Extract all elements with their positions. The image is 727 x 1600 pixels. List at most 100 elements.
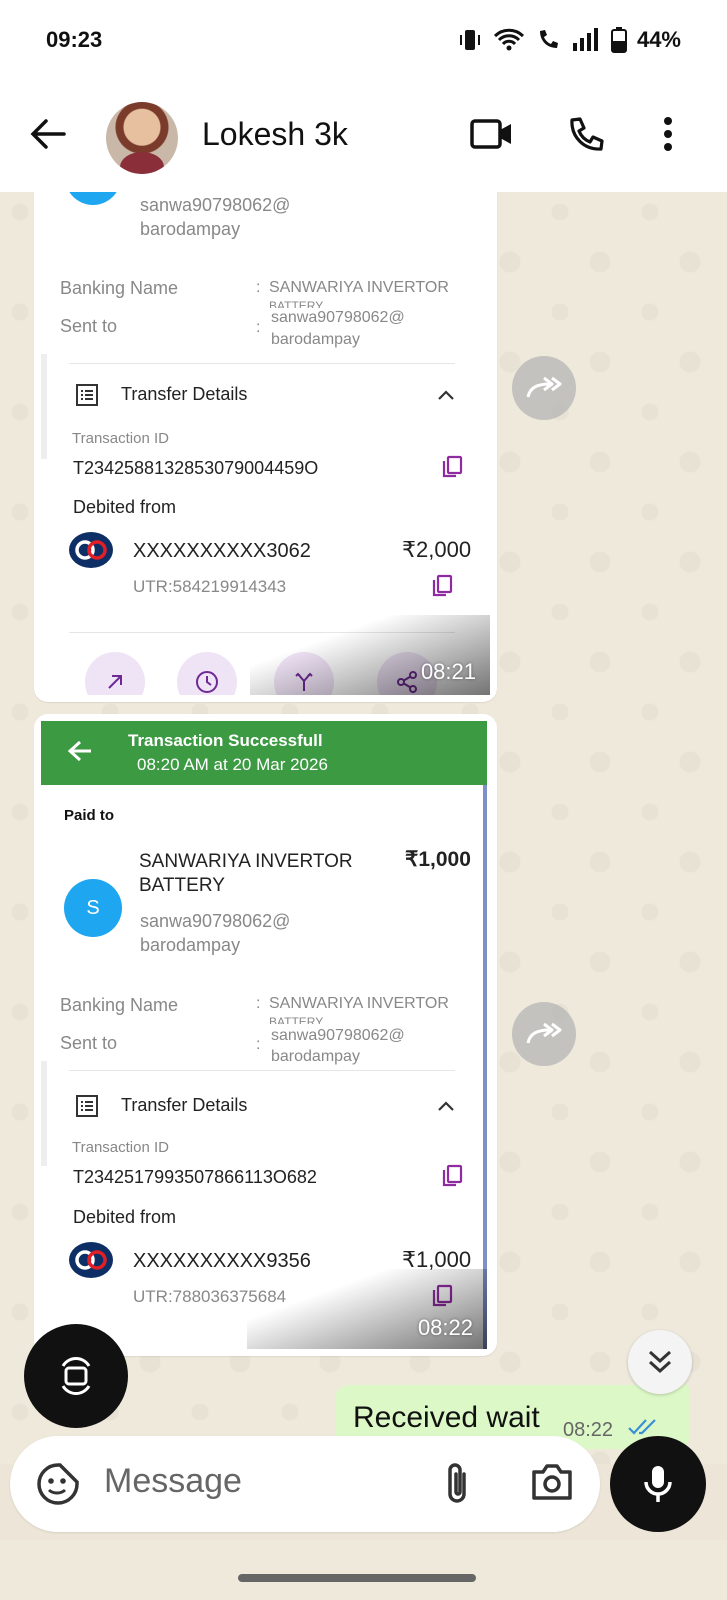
gesture-nav-bar[interactable] bbox=[238, 1574, 476, 1582]
voice-message-button[interactable] bbox=[610, 1436, 706, 1532]
share-arrow-button bbox=[85, 652, 145, 695]
voice-call-icon[interactable] bbox=[566, 116, 606, 156]
kotak-bank-logo-icon bbox=[69, 532, 113, 568]
forward-icon bbox=[526, 376, 562, 398]
message-time: 08:21 bbox=[420, 659, 476, 684]
chat-area[interactable]: sanwa90798062@ barodampay Banking Name :… bbox=[0, 192, 727, 1464]
floating-action-button[interactable] bbox=[24, 1324, 128, 1428]
transaction-id-value: T2342517993507866113O682 bbox=[73, 1167, 317, 1187]
read-ticks-icon bbox=[628, 1419, 656, 1435]
utr-number: UTR:584219914343 bbox=[133, 577, 287, 596]
forward-button[interactable] bbox=[512, 356, 576, 420]
chevron-up-icon bbox=[438, 1101, 454, 1111]
scroll-to-bottom-button[interactable] bbox=[628, 1330, 692, 1394]
back-arrow-icon bbox=[67, 740, 91, 762]
account-number: XXXXXXXXXX3062 bbox=[133, 540, 311, 562]
copy-icon bbox=[432, 574, 453, 597]
banking-name-value-cut: BATTERY bbox=[269, 299, 324, 308]
sent-to-upi: sanwa90798062@ bbox=[271, 309, 405, 326]
wifi-icon bbox=[493, 28, 525, 51]
clock-icon bbox=[196, 671, 218, 693]
chat-header: Lokesh 3k bbox=[0, 80, 727, 192]
banking-name-value: SANWARIYA INVERTOR bbox=[269, 279, 449, 296]
banking-name-label: Banking Name bbox=[60, 995, 179, 1015]
attach-icon[interactable] bbox=[442, 1460, 472, 1508]
forward-icon bbox=[526, 1022, 562, 1044]
receipt-list-icon bbox=[76, 384, 98, 406]
wifi-calling-icon bbox=[539, 30, 558, 48]
bottom-strip bbox=[0, 1540, 727, 1600]
microphone-icon bbox=[644, 1466, 672, 1502]
status-time: 09:23 bbox=[46, 27, 103, 52]
payee-upi: sanwa90798062@ bbox=[140, 911, 291, 931]
arrow-up-right-icon bbox=[108, 675, 122, 689]
banking-name-value: SANWARIYA INVERTOR bbox=[269, 995, 449, 1012]
sent-to-label: Sent to bbox=[60, 1033, 118, 1053]
screen-capture-icon bbox=[61, 1356, 91, 1396]
battery-icon bbox=[610, 27, 627, 53]
transfer-details-label: Transfer Details bbox=[121, 1095, 248, 1115]
contact-avatar[interactable] bbox=[106, 102, 178, 174]
sticker-icon[interactable] bbox=[36, 1462, 80, 1506]
copy-icon bbox=[442, 1164, 463, 1187]
sent-to-upi-domain: barodampay bbox=[271, 331, 360, 348]
banking-name-value-cut: BATTERY bbox=[269, 1015, 324, 1024]
status-icons: 44% bbox=[457, 27, 681, 53]
payee-upi: sanwa90798062@ bbox=[140, 195, 291, 215]
payment-screenshot: sanwa90798062@ barodampay Banking Name :… bbox=[41, 192, 490, 695]
back-arrow-icon[interactable] bbox=[28, 116, 68, 152]
transfer-details-label: Transfer Details bbox=[121, 384, 248, 404]
sent-to-label: Sent to bbox=[60, 316, 118, 336]
camera-icon[interactable] bbox=[530, 1462, 574, 1502]
banking-name-label: Banking Name bbox=[60, 278, 179, 298]
transaction-id-value: T2342588132853079004459O bbox=[73, 458, 319, 478]
double-chevron-down-icon bbox=[648, 1350, 672, 1374]
forward-button[interactable] bbox=[512, 1002, 576, 1066]
kotak-bank-logo-icon bbox=[69, 1242, 113, 1278]
message-time: 08:22 bbox=[563, 1419, 614, 1441]
vibrate-icon bbox=[459, 30, 480, 50]
colon: : bbox=[256, 279, 261, 296]
image-message[interactable]: sanwa90798062@ barodampay Banking Name :… bbox=[34, 192, 497, 702]
status-bar: 09:23 44% bbox=[0, 0, 727, 80]
signal-icon bbox=[572, 28, 598, 51]
card-edge bbox=[41, 354, 47, 459]
copy-icon bbox=[442, 455, 463, 478]
chevron-up-icon bbox=[438, 390, 454, 400]
paid-to-label: Paid to bbox=[64, 807, 115, 824]
debited-from-label: Debited from bbox=[73, 1207, 177, 1227]
debited-from-label: Debited from bbox=[73, 497, 177, 517]
sent-to-upi: sanwa90798062@ bbox=[271, 1027, 405, 1044]
receipt-list-icon bbox=[76, 1095, 98, 1117]
payee-avatar: S bbox=[64, 879, 122, 937]
divider bbox=[69, 1070, 455, 1071]
message-time: 08:22 bbox=[417, 1315, 473, 1340]
colon: : bbox=[256, 319, 261, 336]
payee-name: SANWARIYA INVERTOR bbox=[139, 851, 353, 872]
payee-upi-domain: barodampay bbox=[140, 935, 241, 955]
divider bbox=[69, 363, 455, 364]
payee-avatar bbox=[65, 192, 121, 205]
transaction-id-label: Transaction ID bbox=[72, 430, 169, 447]
transaction-id-label: Transaction ID bbox=[72, 1139, 169, 1156]
success-datetime: 08:20 AM at 20 Mar 2026 bbox=[137, 755, 328, 774]
history-button bbox=[177, 652, 237, 695]
success-title: Transaction Successfull bbox=[128, 731, 323, 750]
image-message[interactable]: Transaction Successfull 08:20 AM at 20 M… bbox=[34, 714, 497, 1356]
video-call-icon[interactable] bbox=[470, 116, 514, 152]
more-options-icon[interactable] bbox=[658, 116, 678, 156]
sent-to-upi-domain: barodampay bbox=[271, 1048, 360, 1065]
contact-name[interactable]: Lokesh 3k bbox=[202, 116, 348, 153]
battery-percent: 44% bbox=[636, 27, 681, 52]
message-input[interactable]: Message bbox=[104, 1462, 242, 1501]
card-edge bbox=[483, 785, 487, 1349]
debit-amount: ₹2,000 bbox=[402, 537, 472, 562]
card-edge bbox=[41, 1061, 47, 1166]
colon: : bbox=[256, 995, 261, 1012]
payment-screenshot: Transaction Successfull 08:20 AM at 20 M… bbox=[41, 721, 487, 1349]
payee-upi-domain: barodampay bbox=[140, 219, 241, 239]
message-composer: Message bbox=[10, 1436, 600, 1532]
colon: : bbox=[256, 1036, 261, 1053]
paid-amount: ₹1,000 bbox=[405, 848, 471, 871]
success-header: Transaction Successfull 08:20 AM at 20 M… bbox=[41, 721, 487, 785]
